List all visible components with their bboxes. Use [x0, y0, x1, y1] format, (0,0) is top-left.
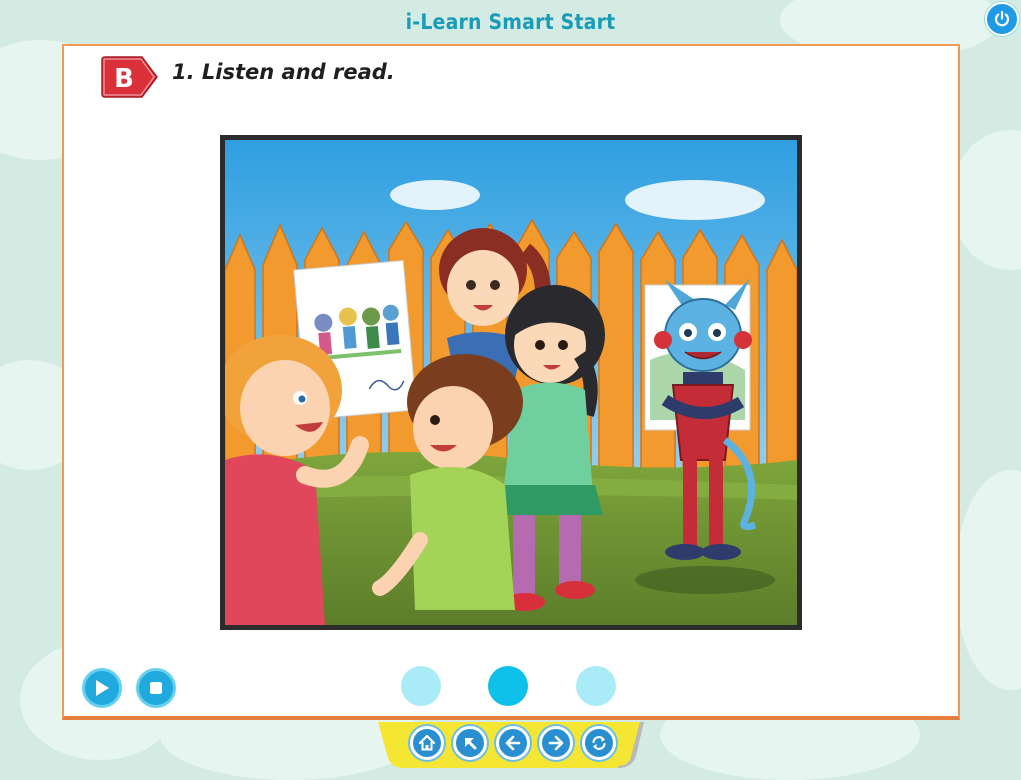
instruction-text: 1. Listen and read.: [172, 60, 395, 84]
bottom-nav-bar: [378, 722, 644, 768]
arrow-left-icon: [505, 735, 521, 751]
play-icon: [96, 680, 109, 696]
background-cloud: [955, 470, 1021, 690]
power-icon: [994, 10, 1010, 27]
background-cloud: [950, 130, 1021, 270]
arrow-right-icon: [548, 735, 564, 751]
scene-illustration: [220, 135, 802, 630]
next-button[interactable]: [539, 726, 573, 760]
previous-button[interactable]: [496, 726, 530, 760]
app-title: i-Learn Smart Start: [405, 10, 616, 34]
home-icon: [418, 734, 436, 751]
arrow-up-left-icon: [465, 738, 477, 750]
stop-icon: [150, 682, 162, 694]
page-dot-2[interactable]: [488, 666, 528, 706]
page-dot-3[interactable]: [576, 666, 616, 706]
refresh-button[interactable]: [582, 726, 616, 760]
power-button[interactable]: [985, 2, 1019, 36]
page-dot-1[interactable]: [401, 666, 441, 706]
lesson-panel: B 1. Listen and read.: [62, 44, 960, 720]
section-badge: B: [100, 56, 158, 98]
play-button[interactable]: [82, 668, 122, 708]
section-badge-letter: B: [114, 64, 134, 94]
home-button[interactable]: [410, 726, 444, 760]
menu-back-button[interactable]: [453, 726, 487, 760]
stop-button[interactable]: [136, 668, 176, 708]
refresh-icon: [592, 736, 606, 750]
